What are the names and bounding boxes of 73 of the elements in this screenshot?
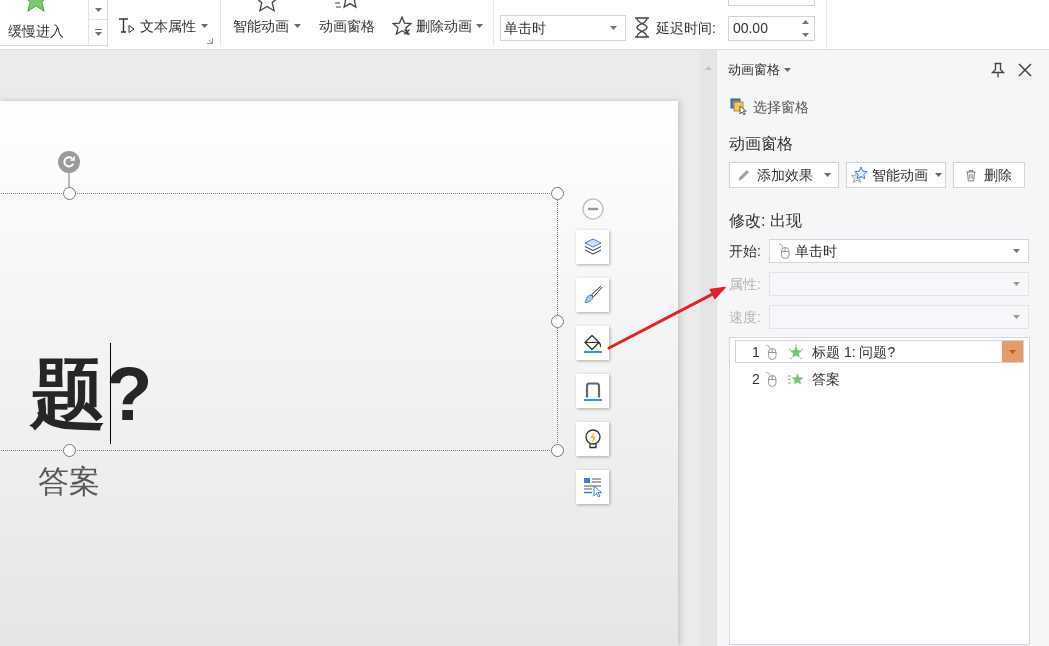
effect-gallery-item[interactable]: 缓慢进入: [0, 0, 88, 45]
caret-icon: [610, 26, 617, 30]
star-burst-icon: [788, 343, 804, 360]
star-lines-icon: [788, 370, 804, 387]
pane-menu-button[interactable]: 动画窗格: [728, 62, 791, 78]
close-icon[interactable]: [1018, 63, 1032, 77]
slide-subtitle: 答案: [38, 466, 100, 497]
text-icon: [118, 17, 135, 34]
bar-caret-icon: [94, 29, 102, 36]
select-pane-link[interactable]: 选择窗格: [730, 98, 809, 115]
caret-icon: [1013, 315, 1020, 319]
section-title: 修改: 出现: [729, 211, 802, 231]
resize-handle[interactable]: [551, 187, 564, 200]
fill-button[interactable]: [576, 326, 609, 360]
item-number: 1: [752, 343, 761, 360]
resize-handle[interactable]: [63, 187, 76, 200]
delete-button[interactable]: 删除: [953, 162, 1025, 188]
brush-icon: [581, 284, 604, 306]
animation-pane-button[interactable]: 动画窗格: [316, 0, 378, 34]
text-select-button[interactable]: [576, 470, 609, 504]
delay-spinbox[interactable]: 00.00: [727, 16, 815, 41]
delay-label: 延迟时间:: [656, 20, 716, 36]
star-icon: [850, 166, 868, 184]
frame-icon: [581, 380, 604, 402]
mouse-icon: [765, 370, 777, 387]
trash-icon: [966, 167, 976, 183]
field-label: 属性:: [729, 276, 762, 292]
start-mode-dropdown[interactable]: 单击时: [500, 15, 626, 41]
corner-arrow-icon[interactable]: [207, 38, 213, 44]
pin-icon[interactable]: [990, 62, 1006, 78]
dropdown[interactable]: 单击时: [769, 239, 1029, 263]
item-name: 标题 1: 问题?: [812, 343, 896, 360]
fill-icon: [581, 332, 604, 354]
text-pointer-icon: [581, 476, 604, 498]
smart-animation-button[interactable]: 智能动画: [846, 162, 946, 188]
animation-item[interactable]: 1 标题 1: 问题?: [735, 340, 1024, 363]
item-number: 2: [752, 370, 761, 387]
pencil-icon: [737, 168, 751, 182]
mouse-icon: [765, 343, 777, 360]
caret-icon: [824, 173, 831, 177]
spin-arrows-icon[interactable]: [801, 20, 809, 37]
caret-icon: [784, 68, 791, 72]
field-label: 开始:: [729, 243, 762, 259]
rotate-handle-icon[interactable]: [58, 151, 80, 188]
caret-icon: [476, 24, 483, 28]
field-label: 速度:: [729, 309, 762, 325]
item-name: 答案: [812, 370, 840, 387]
layers-button[interactable]: [576, 230, 609, 264]
star-cross-icon: [392, 16, 412, 36]
caret-icon: [1013, 282, 1020, 286]
section-title: 动画窗格: [729, 134, 793, 154]
animation-item[interactable]: 2 答案: [735, 367, 1024, 390]
resize-handle[interactable]: [63, 444, 76, 457]
overlapping-squares-icon: [730, 98, 747, 115]
minus-icon[interactable]: [581, 198, 604, 220]
mouse-icon: [778, 243, 790, 259]
caret-icon: [94, 7, 102, 12]
caret-icon: [935, 173, 942, 177]
caret-icon: [201, 23, 208, 28]
delete-animation-button[interactable]: 删除动画: [392, 16, 483, 36]
add-effect-button[interactable]: 添加效果: [729, 162, 839, 188]
caret-icon: [1013, 249, 1020, 253]
input-field[interactable]: [727, 0, 815, 6]
resize-handle[interactable]: [551, 315, 564, 328]
outline-button[interactable]: [576, 374, 609, 408]
hourglass-icon: [634, 17, 650, 38]
text-properties-button[interactable]: 文本属性: [118, 17, 208, 34]
caret-icon: [294, 24, 301, 28]
effect-button[interactable]: [576, 422, 609, 456]
brush-button[interactable]: [576, 278, 609, 312]
smart-animation-button[interactable]: 智能动画: [231, 0, 303, 34]
resize-handle[interactable]: [551, 444, 564, 457]
caret-icon: [1009, 349, 1016, 354]
